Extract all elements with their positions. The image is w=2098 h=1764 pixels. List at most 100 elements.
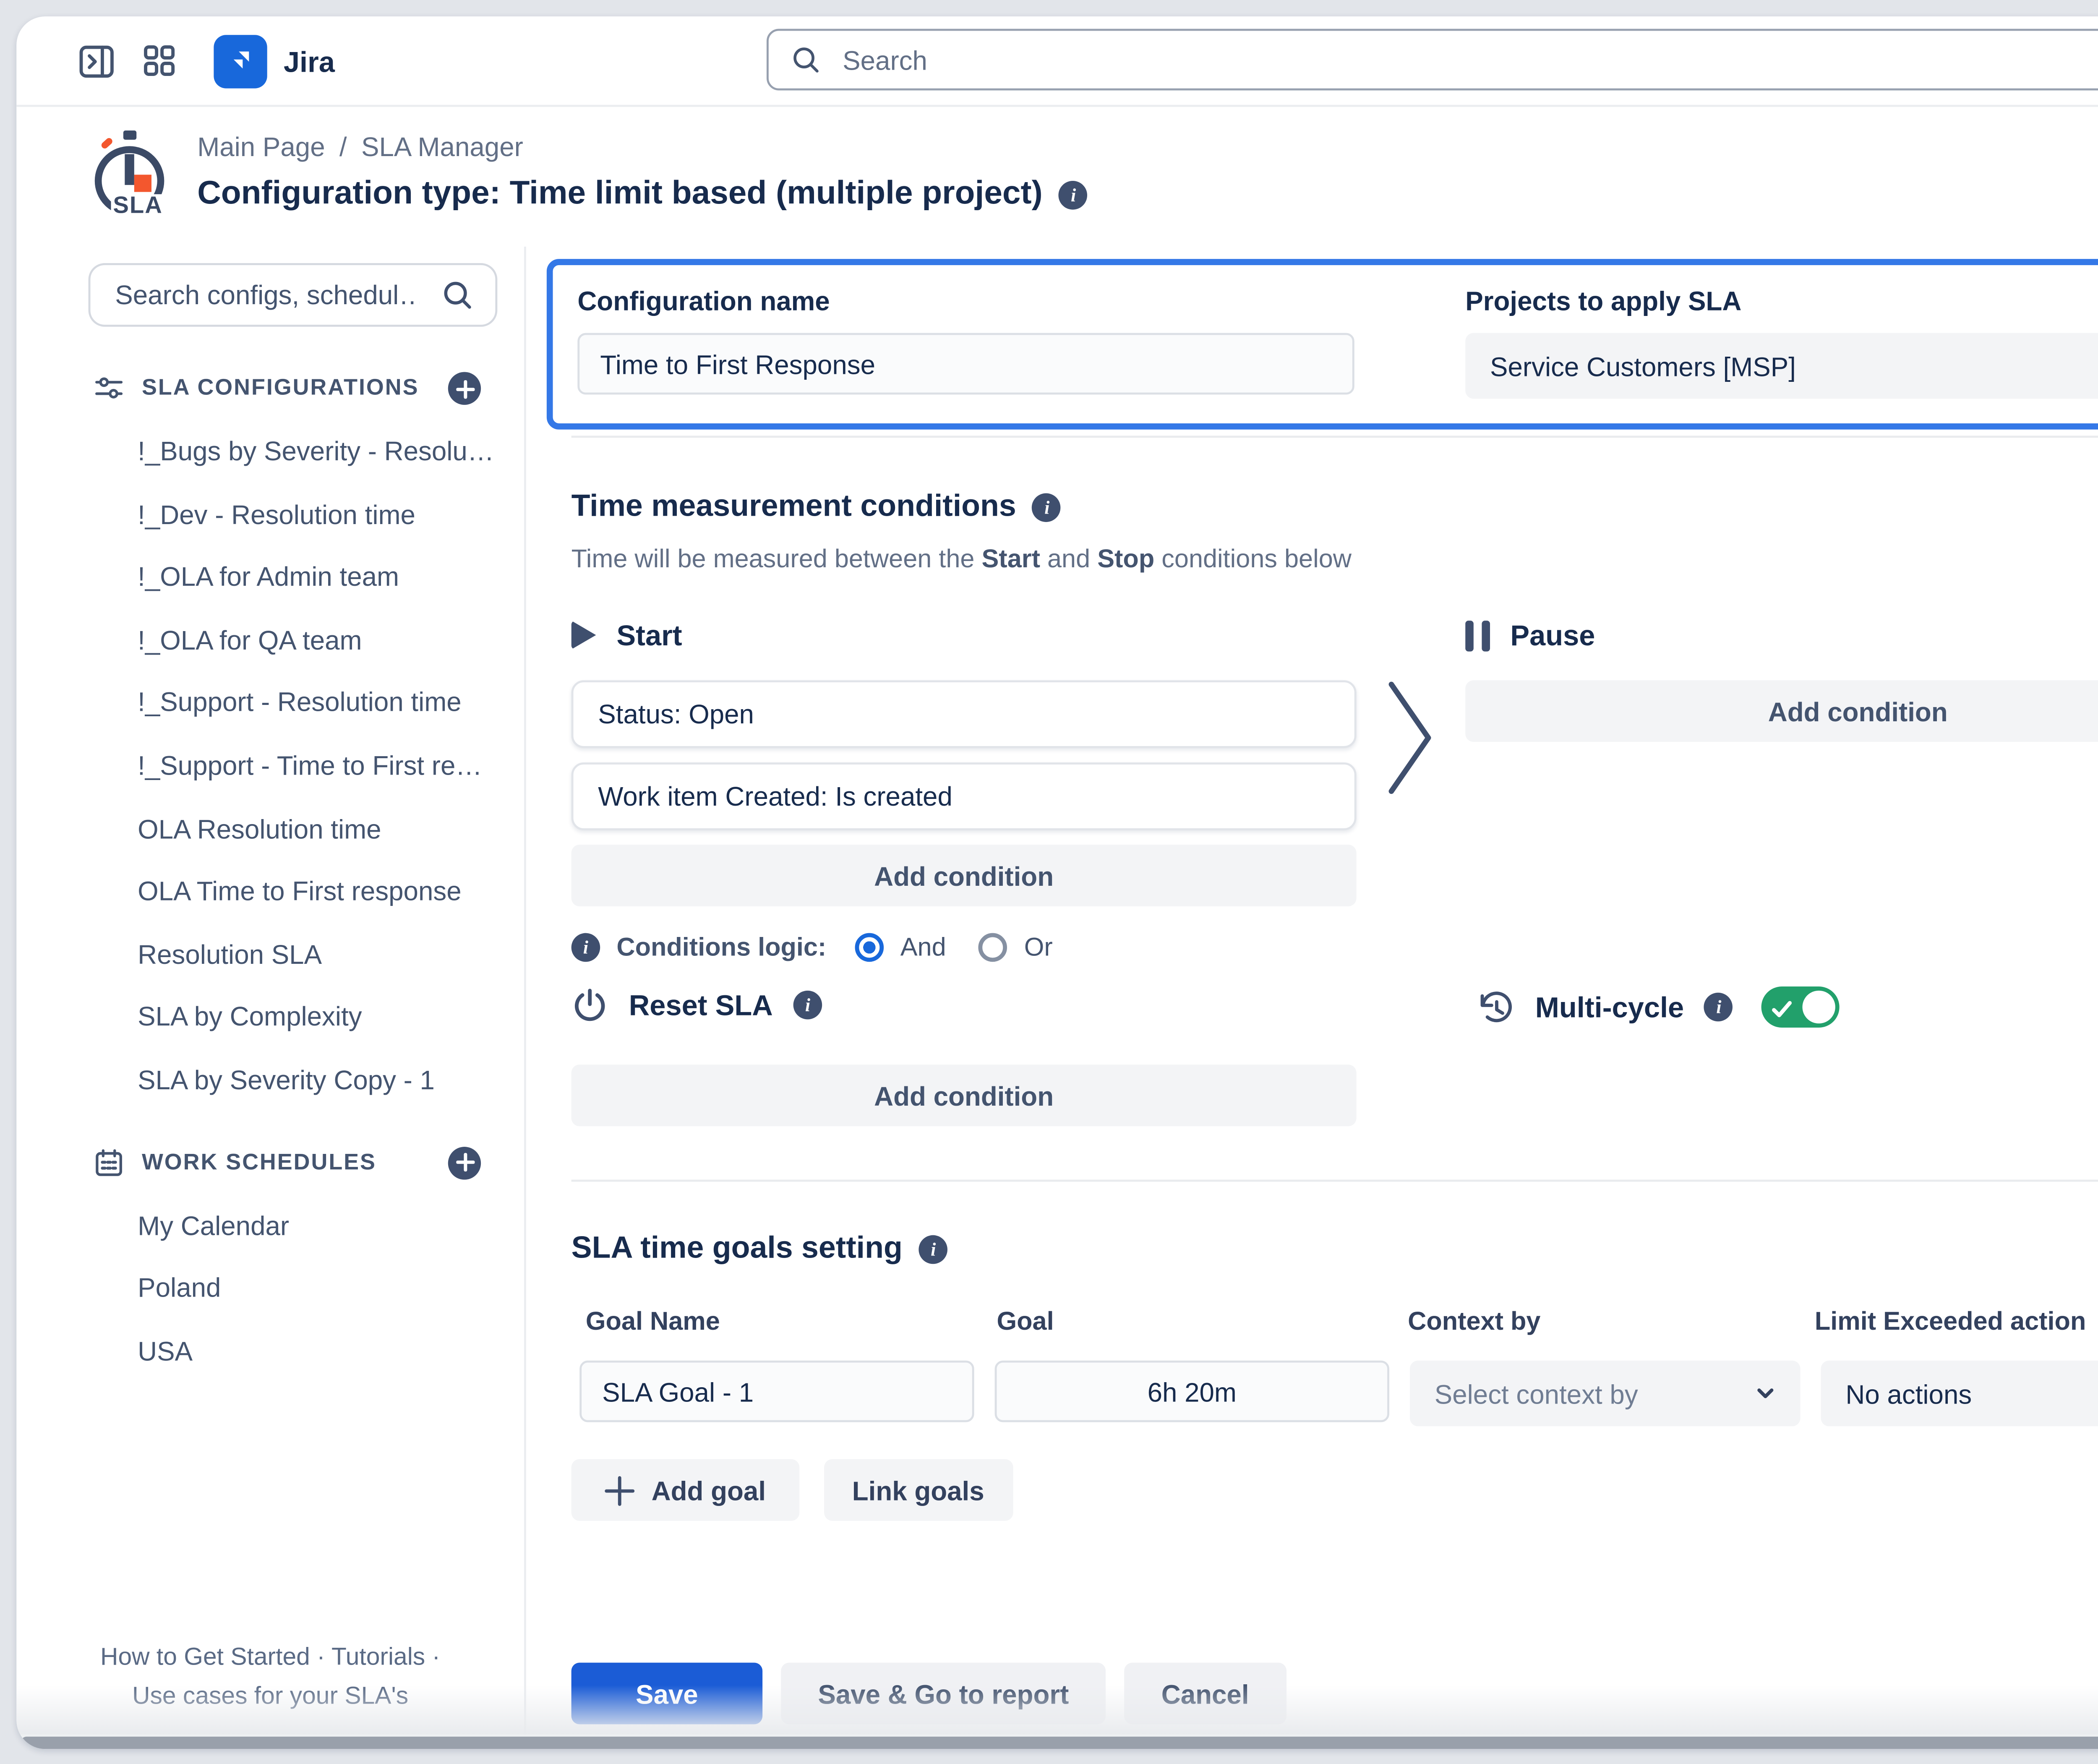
logic-or-radio[interactable]: [979, 933, 1008, 962]
configuration-name-group: Configuration name: [577, 286, 1354, 399]
configuration-form-row: Configuration name Projects to apply SLA…: [571, 259, 2098, 430]
breadcrumb-separator: /: [339, 131, 347, 162]
jira-brand[interactable]: Jira: [214, 34, 335, 87]
sidebar-item[interactable]: OLA Resolution time: [16, 798, 524, 861]
conditions-columns: Start Status: Open Work item Created: Is…: [571, 611, 2098, 962]
start-column: Start Status: Open Work item Created: Is…: [571, 611, 1357, 962]
breadcrumb-sla-manager[interactable]: SLA Manager: [361, 131, 523, 162]
logic-and-label[interactable]: And: [900, 933, 946, 962]
goal-name-column-label: Goal Name: [586, 1307, 720, 1336]
chevron-down-icon: [1751, 1379, 1780, 1408]
projects-select[interactable]: Service Customers [MSP]: [1465, 333, 2098, 399]
flow-arrow-icon: [1383, 672, 1436, 804]
sidebar-search[interactable]: [89, 263, 498, 327]
logic-info-icon[interactable]: i: [571, 933, 600, 962]
top-navigation-bar: Jira Create ?: [16, 16, 2098, 107]
start-condition[interactable]: Status: Open: [571, 680, 1357, 748]
search-icon: [440, 277, 475, 312]
multi-cycle-info-icon[interactable]: i: [1704, 993, 1733, 1022]
limit-action-select[interactable]: No actions: [1821, 1360, 2098, 1426]
sidebar-item[interactable]: !_OLA for Admin team: [16, 547, 524, 610]
add-configuration-button[interactable]: [448, 372, 481, 405]
sidebar-item[interactable]: SLA by Severity Copy - 1: [16, 1050, 524, 1113]
goals-info-icon[interactable]: i: [919, 1234, 948, 1263]
form-actions: Save Save & Go to report Cancel: [571, 1662, 1286, 1724]
goals-column-labels: Goal Name Goal Context by Limit Exceeded…: [571, 1307, 2098, 1340]
pause-column: Pause Add condition: [1465, 611, 2098, 962]
sidebar-search-input[interactable]: [111, 277, 423, 312]
context-by-placeholder: Select context by: [1435, 1378, 1735, 1409]
expand-sidebar-button[interactable]: [66, 30, 128, 91]
calendar-icon: [92, 1146, 125, 1179]
sidebar-footer-links-line2[interactable]: Use cases for your SLA's: [132, 1681, 408, 1710]
goal-duration-input[interactable]: [995, 1360, 1389, 1422]
breadcrumb-main-page[interactable]: Main Page: [197, 131, 325, 162]
sla-configurations-section-header: SLA CONFIGURATIONS: [16, 366, 524, 411]
sidebar-item[interactable]: !_Bugs by Severity - Resolu…: [16, 421, 524, 484]
multi-cycle-header: Multi-cycle i: [1476, 986, 1840, 1028]
link-goals-label: Link goals: [852, 1474, 984, 1505]
sidebar-item[interactable]: SLA by Complexity: [16, 987, 524, 1050]
save-and-report-button[interactable]: Save & Go to report: [781, 1662, 1106, 1724]
sidebar-item[interactable]: Resolution SLA: [16, 924, 524, 987]
panel-expand-icon: [76, 40, 117, 81]
plus-icon: [604, 1474, 635, 1505]
time-conditions-title-row: Time measurement conditions i: [571, 489, 2098, 524]
main-content: Configuration name Projects to apply SLA…: [526, 247, 2098, 1749]
app-name: Jira: [284, 44, 335, 77]
global-search[interactable]: [767, 29, 2098, 91]
sidebar-item[interactable]: OLA Time to First response: [16, 861, 524, 924]
search-icon: [789, 43, 822, 76]
logic-or-label[interactable]: Or: [1024, 933, 1053, 962]
reset-sla-header: Reset SLA i: [571, 986, 822, 1023]
goal-row: Select context by No actions Select acti…: [571, 1360, 2098, 1426]
start-condition[interactable]: Work item Created: Is created: [571, 762, 1357, 830]
sidebar-item[interactable]: Poland: [16, 1258, 524, 1321]
work-schedules-section-header: WORK SCHEDULES: [16, 1140, 524, 1185]
context-by-select[interactable]: Select context by: [1410, 1360, 1801, 1426]
configuration-name-input[interactable]: [577, 333, 1354, 394]
reset-info-icon[interactable]: i: [793, 991, 822, 1020]
sidebar-item[interactable]: !_Dev - Resolution time: [16, 484, 524, 547]
multi-cycle-toggle[interactable]: [1762, 986, 1840, 1028]
power-icon: [571, 986, 608, 1023]
title-info-icon[interactable]: i: [1059, 181, 1088, 210]
sidebar-item[interactable]: !_Support - Time to First re…: [16, 736, 524, 798]
projects-group: Projects to apply SLA Service Customers …: [1465, 286, 2098, 399]
check-icon: [1770, 996, 1795, 1020]
app-window: Jira Create ?: [16, 16, 2098, 1749]
search-input[interactable]: [838, 42, 2098, 77]
time-conditions-info-icon[interactable]: i: [1033, 492, 1062, 521]
pause-icon: [1465, 620, 1490, 650]
save-button[interactable]: Save: [571, 1662, 763, 1724]
add-schedule-button[interactable]: [448, 1146, 481, 1179]
limit-action-value: No actions: [1845, 1378, 2098, 1409]
add-goal-button[interactable]: Add goal: [571, 1459, 799, 1521]
link-goals-button[interactable]: Link goals: [823, 1459, 1013, 1521]
work-schedules-title: WORK SCHEDULES: [142, 1150, 376, 1175]
reset-multicycle-row: Reset SLA i Multi-cycle i: [571, 986, 2098, 1040]
app-switcher-button[interactable]: [128, 30, 189, 91]
goal-name-input[interactable]: [579, 1360, 974, 1422]
jira-logo-icon: [214, 34, 267, 87]
start-add-condition-button[interactable]: Add condition: [571, 845, 1357, 906]
pause-add-condition-button[interactable]: Add condition: [1465, 680, 2098, 742]
sidebar-item[interactable]: USA: [16, 1321, 524, 1384]
reset-add-condition-button[interactable]: Add condition: [571, 1065, 1357, 1126]
horizontal-scrollbar-thumb[interactable]: [21, 1735, 2098, 1748]
sidebar-item[interactable]: !_OLA for QA team: [16, 610, 524, 673]
sidebar-footer-links-line1[interactable]: How to Get Started · Tutorials ·: [100, 1641, 440, 1670]
play-icon: [571, 621, 596, 650]
time-conditions-title: Time measurement conditions: [571, 489, 1016, 524]
sidebar-item[interactable]: My Calendar: [16, 1195, 524, 1258]
breadcrumb: Main Page / SLA Manager: [197, 131, 1088, 162]
highlighted-fields-box: Configuration name Projects to apply SLA…: [547, 259, 2098, 430]
cancel-button[interactable]: Cancel: [1125, 1662, 1286, 1724]
sla-configurations-list: !_Bugs by Severity - Resolu… !_Dev - Res…: [16, 421, 524, 1113]
sidebar-item[interactable]: !_Support - Resolution time: [16, 673, 524, 736]
logic-and-radio[interactable]: [855, 933, 884, 962]
sidebar: SLA CONFIGURATIONS !_Bugs by Severity - …: [16, 247, 526, 1749]
stage: Jira Create ?: [0, 0, 2098, 1763]
conditions-logic-label: Conditions logic:: [616, 933, 826, 962]
goal-buttons-row: Add goal Link goals: [571, 1459, 2098, 1521]
